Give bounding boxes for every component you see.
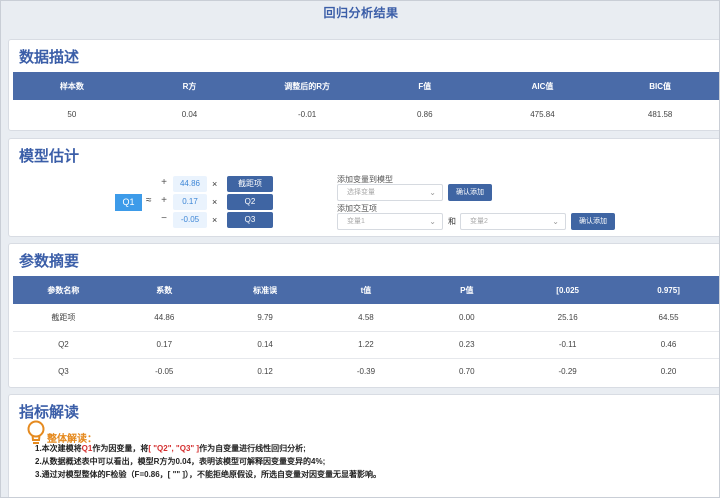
table-cell: -0.29 bbox=[558, 367, 577, 377]
col-header: 0.975] bbox=[618, 276, 719, 304]
line1-text: 作为自变量进行线性回归分析; bbox=[199, 444, 306, 453]
coefficient-value: 0.17 bbox=[173, 194, 207, 210]
table-cell: 0.86 bbox=[417, 109, 433, 119]
table-cell: 25.16 bbox=[517, 304, 619, 332]
chevron-down-icon: ⌄ bbox=[429, 217, 436, 226]
independent-variables-text: [ "Q2", "Q3" ] bbox=[148, 444, 200, 453]
table-cell: -0.11 bbox=[517, 331, 619, 359]
col-header: AIC值 bbox=[483, 72, 602, 100]
interpretation-line-2: 2.从数据概述表中可以看出，模型R方为0.04，表明该模型可解释因变量变异的4%… bbox=[35, 457, 326, 466]
col-header: [0.025 bbox=[517, 276, 619, 304]
table-cell: 9.79 bbox=[214, 304, 316, 332]
plus-icon: + bbox=[161, 195, 167, 206]
select-variable-dropdown[interactable]: 选择变量 ⌄ bbox=[337, 184, 443, 201]
variable2-dropdown[interactable]: 变量2 ⌄ bbox=[460, 213, 566, 230]
table-cell: Q3 bbox=[58, 367, 69, 377]
table-header-row: 参数名称 系数 标准误 t值 P值 [0.025 0.975] bbox=[13, 276, 719, 304]
table-cell: 0.23 bbox=[416, 331, 518, 359]
table-cell: 0.46 bbox=[618, 331, 719, 359]
table-row: Q2 0.17 0.14 1.22 0.23 -0.11 0.46 bbox=[13, 331, 719, 359]
chevron-down-icon: ⌄ bbox=[552, 217, 559, 226]
table-cell: 64.55 bbox=[618, 304, 719, 332]
term-variable-q2[interactable]: Q2 bbox=[227, 194, 273, 210]
table-row: 50 0.04 -0.01 0.86 475.84 481.58 bbox=[13, 100, 719, 128]
coefficient-value: 44.86 bbox=[173, 176, 207, 192]
variable1-placeholder: 变量1 bbox=[347, 218, 365, 225]
table-row: 截距项 44.86 9.79 4.58 0.00 25.16 64.55 bbox=[13, 304, 719, 332]
table-cell: 0.04 bbox=[181, 109, 198, 119]
data-description-table: 样本数 R方 调整后的R方 F值 AIC值 BIC值 50 0.04 -0.01… bbox=[13, 72, 719, 128]
table-cell: 0.12 bbox=[257, 367, 273, 377]
table-cell: -0.39 bbox=[356, 367, 376, 377]
table-cell: 481.58 bbox=[647, 109, 673, 119]
approx-symbol: ≈ bbox=[146, 195, 152, 206]
table-cell: 44.86 bbox=[113, 304, 215, 332]
col-header: R方 bbox=[130, 72, 249, 100]
col-header: 参数名称 bbox=[13, 276, 114, 304]
col-header: P值 bbox=[416, 276, 518, 304]
coefficient-value: -0.05 bbox=[173, 212, 207, 228]
col-header: 调整后的R方 bbox=[248, 72, 366, 100]
term-variable-q3[interactable]: Q3 bbox=[227, 212, 273, 228]
table-cell: 475.84 bbox=[530, 109, 555, 119]
table-cell: -0.05 bbox=[155, 367, 174, 377]
col-header: F值 bbox=[365, 72, 484, 100]
interpretation-card: 指标解读 整体解读： 1.本次建模将Q1作为因变量，将[ "Q2", "Q3" … bbox=[8, 394, 719, 497]
param-summary-title: 参数摘要 bbox=[19, 253, 80, 270]
confirm-add-variable-button[interactable]: 确认添加 bbox=[448, 184, 492, 201]
param-summary-table: 参数名称 系数 标准误 t值 P值 [0.025 0.975] 截距项 44.8… bbox=[13, 276, 719, 385]
variable1-dropdown[interactable]: 变量1 ⌄ bbox=[337, 213, 443, 230]
col-header: BIC值 bbox=[601, 72, 719, 100]
table-cell: 0.00 bbox=[416, 304, 518, 332]
line1-text: 1.本次建模将 bbox=[35, 444, 82, 453]
times-icon: × bbox=[212, 215, 218, 225]
col-header: 标准误 bbox=[214, 276, 316, 304]
table-header-row: 样本数 R方 调整后的R方 F值 AIC值 BIC值 bbox=[13, 72, 719, 100]
table-row: Q3 -0.05 0.12 -0.39 0.70 -0.29 0.20 bbox=[13, 358, 719, 385]
model-estimate-card: 模型估计 Q1 ≈ + 44.86 × 截距项 + 0.17 × Q2 − -0… bbox=[8, 138, 719, 237]
term-variable-intercept[interactable]: 截距项 bbox=[227, 176, 273, 192]
minus-icon: − bbox=[161, 213, 167, 224]
app-frame: 回归分析结果 数据描述 样本数 R方 调整后的R方 F值 AIC值 BIC值 5… bbox=[0, 0, 720, 498]
chevron-down-icon: ⌄ bbox=[429, 188, 436, 197]
table-cell: 0.17 bbox=[113, 331, 215, 359]
col-header: 样本数 bbox=[13, 72, 131, 100]
data-description-title: 数据描述 bbox=[19, 49, 80, 66]
param-summary-card: 参数摘要 参数名称 系数 标准误 t值 P值 [0.025 0.975] 截距项… bbox=[8, 243, 719, 388]
confirm-add-interaction-button[interactable]: 确认添加 bbox=[571, 213, 615, 230]
table-cell: -0.01 bbox=[298, 109, 317, 119]
table-cell: 0.14 bbox=[214, 331, 316, 359]
table-cell: Q2 bbox=[13, 331, 114, 359]
col-header: 系数 bbox=[113, 276, 215, 304]
dependent-variable-badge: Q1 bbox=[115, 194, 142, 211]
interpretation-line-3: 3.通过对模型整体的F检验（F=0.86，[ "" ]），不能拒绝原假设，所选自… bbox=[35, 470, 382, 479]
table-cell: 4.58 bbox=[315, 304, 417, 332]
table-cell: 截距项 bbox=[13, 304, 114, 332]
and-label: 和 bbox=[448, 217, 456, 226]
times-icon: × bbox=[212, 197, 218, 207]
table-cell: 50 bbox=[67, 109, 77, 119]
table-cell: 0.70 bbox=[459, 367, 475, 377]
model-estimate-title: 模型估计 bbox=[19, 148, 80, 165]
table-cell: 1.22 bbox=[315, 331, 417, 359]
page-title: 回归分析结果 bbox=[323, 6, 399, 20]
data-description-card: 数据描述 样本数 R方 调整后的R方 F值 AIC值 BIC值 50 0.04 … bbox=[8, 39, 719, 131]
select-variable-placeholder: 选择变量 bbox=[347, 189, 375, 196]
dependent-variable-text: Q1 bbox=[81, 444, 93, 453]
line1-text: 作为因变量，将 bbox=[92, 444, 149, 453]
interpretation-title: 指标解读 bbox=[19, 404, 80, 421]
table-cell: 0.20 bbox=[660, 367, 677, 377]
plus-icon: + bbox=[161, 177, 167, 188]
interpretation-line-1: 1.本次建模将Q1作为因变量，将[ "Q2", "Q3" ]作为自变量进行线性回… bbox=[35, 443, 306, 454]
col-header: t值 bbox=[315, 276, 417, 304]
variable2-placeholder: 变量2 bbox=[470, 218, 488, 225]
times-icon: × bbox=[212, 179, 218, 189]
